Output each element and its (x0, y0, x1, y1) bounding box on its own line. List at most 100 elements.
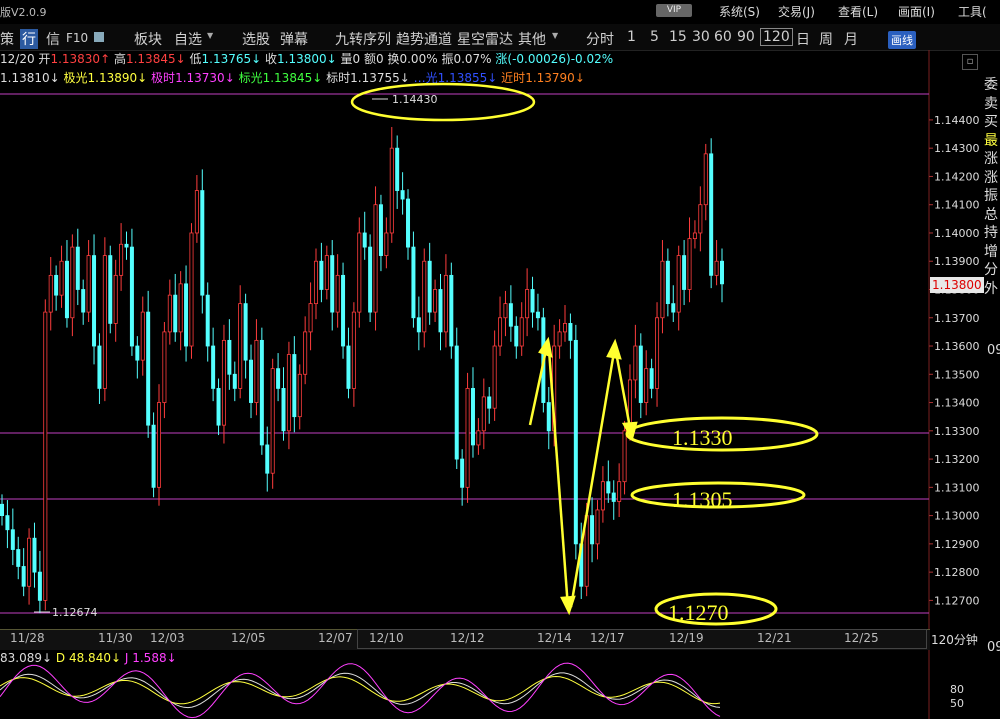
kdj-d: 48.840 (68, 651, 111, 665)
candle-up (308, 303, 313, 333)
candle-up (676, 255, 681, 313)
candle-up (563, 323, 568, 333)
candle-down (200, 190, 205, 296)
candle-down (406, 198, 411, 248)
level-text-1: 1.1330 (672, 425, 733, 450)
price-tick-label: 1.13300 (934, 425, 980, 438)
high-marker-text: 1.14430 (392, 93, 438, 106)
period-label: 120分钟 (931, 633, 978, 647)
side-item[interactable]: 涨 (984, 150, 998, 169)
candle-down (227, 339, 232, 375)
candle-down (546, 402, 551, 432)
candle-up (498, 317, 503, 347)
current-price-badge: 1.13800 (930, 277, 984, 293)
arrow-down-2 (614, 351, 632, 429)
price-ticks-group: 1.14400 1.14300 1.14200 1.14100 1.14000 1.139… (929, 114, 980, 607)
candle-up (303, 331, 308, 375)
side-item[interactable]: 涨 (984, 169, 998, 188)
candle-up (297, 373, 302, 418)
candle-down (590, 515, 595, 545)
side-item[interactable]: 卖 (984, 95, 998, 114)
level-text-2: 1.1305 (672, 487, 733, 512)
candle-up (221, 339, 226, 426)
candlestick-chart[interactable]: 1.14400 1.14300 1.14200 1.14100 1.14000 1.139… (0, 0, 1000, 719)
price-tick-label: 1.14400 (934, 114, 980, 127)
side-panel: 委 卖 买 最 涨 涨 振 总 持 增 分 外 (984, 76, 998, 298)
low-marker-text: 1.12674 (52, 606, 98, 619)
date-label: 11/30 (98, 631, 133, 645)
candle-up (595, 509, 600, 545)
candle-down (665, 260, 670, 305)
candle-down (535, 311, 540, 319)
candle-down (416, 317, 421, 333)
date-label: 12/25 (844, 631, 879, 645)
candle-down (638, 345, 643, 403)
date-label: 12/05 (231, 631, 266, 645)
candle-down (508, 303, 513, 327)
side-item[interactable]: 买 (984, 113, 998, 132)
candle-up (633, 345, 638, 381)
candle-down (108, 255, 113, 324)
candle-down (573, 339, 578, 545)
candle-up (351, 311, 356, 389)
candle-up (525, 289, 530, 319)
candle-up (389, 147, 394, 234)
price-tick-label: 1.14300 (934, 142, 980, 155)
candle-down (292, 354, 297, 418)
candle-down (249, 359, 254, 403)
candle-up (644, 368, 649, 403)
side-item[interactable]: 外 (984, 280, 998, 299)
candle-up (140, 311, 145, 361)
candle-up (557, 331, 562, 347)
candle-down (205, 294, 210, 347)
side-item[interactable]: 分 (984, 261, 998, 280)
candle-down (10, 529, 15, 550)
date-label: 12/03 (150, 631, 185, 645)
price-tick-label: 1.12800 (934, 566, 980, 579)
side-item[interactable]: 振 (984, 187, 998, 206)
candle-up (357, 232, 362, 313)
candle-up (503, 303, 508, 319)
side-item[interactable]: 委 (984, 76, 998, 95)
kdj-tick: 80 (950, 683, 964, 696)
candle-down (232, 373, 237, 389)
candle-up (600, 481, 605, 511)
candle-up (43, 311, 48, 601)
candle-up (373, 204, 378, 313)
candle-down (259, 339, 264, 446)
kdj-header: 83.089↓ D 48.840↓ J 1.588↓ (0, 651, 177, 665)
date-highlight-range (357, 629, 927, 649)
candle-up (270, 368, 275, 474)
side-item[interactable]: 持 (984, 224, 998, 243)
candle-down (514, 325, 519, 347)
date-label: 12/14 (537, 631, 572, 645)
candle-down (146, 311, 151, 426)
date-label: 12/10 (369, 631, 404, 645)
candle-up (324, 255, 329, 290)
candle-down (129, 246, 134, 347)
candle-down (243, 303, 248, 361)
candle-up (433, 289, 438, 313)
candle-down (709, 153, 714, 276)
candle-down (438, 289, 443, 333)
candle-up (238, 303, 243, 389)
level-text-3: 1.1270 (668, 600, 729, 625)
candle-up (286, 354, 291, 432)
date-label: 11/28 (10, 631, 45, 645)
candle-down (487, 396, 492, 409)
side-item[interactable]: 总 (984, 206, 998, 225)
price-tick-label: 1.13200 (934, 453, 980, 466)
candle-up (59, 260, 64, 296)
candle-down (427, 260, 432, 313)
candle-down (449, 274, 454, 347)
candle-up (48, 274, 53, 313)
side-item[interactable]: 最 (984, 132, 998, 151)
candle-up (714, 260, 719, 276)
candle-down (671, 303, 676, 313)
side-item[interactable]: 增 (984, 243, 998, 262)
candle-up (422, 260, 427, 333)
candle-down (32, 537, 37, 573)
candle-down (611, 492, 616, 502)
candle-up (703, 153, 708, 206)
candle-down (0, 503, 4, 517)
